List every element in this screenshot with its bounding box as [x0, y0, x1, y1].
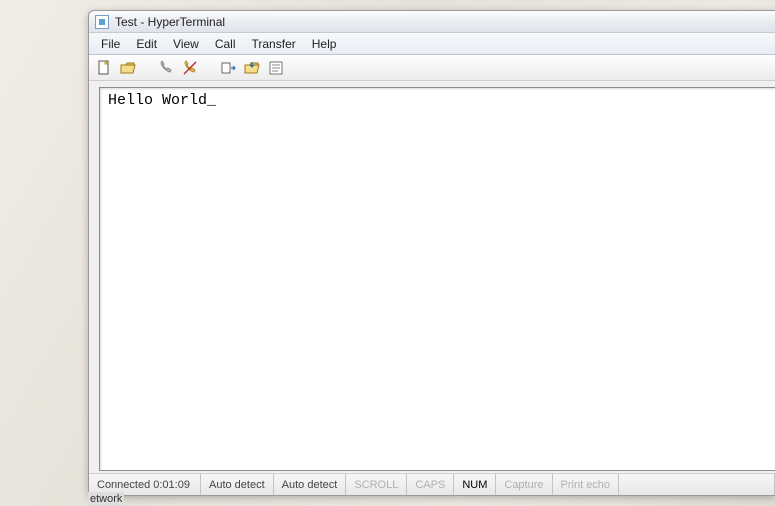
new-file-icon[interactable]	[95, 59, 113, 77]
toolbar	[89, 55, 775, 81]
app-icon	[95, 15, 109, 29]
terminal-output[interactable]: Hello World_	[99, 87, 775, 471]
open-folder-icon[interactable]	[119, 59, 137, 77]
status-printecho: Print echo	[553, 474, 620, 495]
receive-file-icon[interactable]	[243, 59, 261, 77]
disconnect-phone-icon[interactable]	[181, 59, 199, 77]
menu-view[interactable]: View	[165, 35, 207, 53]
status-autodetect-2: Auto detect	[274, 474, 347, 495]
status-num: NUM	[454, 474, 496, 495]
menu-edit[interactable]: Edit	[128, 35, 165, 53]
status-autodetect-1: Auto detect	[201, 474, 274, 495]
statusbar: Connected 0:01:09 Auto detect Auto detec…	[89, 473, 775, 495]
menu-file[interactable]: File	[93, 35, 128, 53]
taskbar-fragment: etwork	[88, 492, 124, 506]
menu-transfer[interactable]: Transfer	[244, 35, 304, 53]
call-phone-icon[interactable]	[157, 59, 175, 77]
send-file-icon[interactable]	[219, 59, 237, 77]
status-caps: CAPS	[407, 474, 454, 495]
properties-icon[interactable]	[267, 59, 285, 77]
status-scroll: SCROLL	[346, 474, 407, 495]
status-capture: Capture	[496, 474, 552, 495]
menubar: File Edit View Call Transfer Help	[89, 33, 775, 55]
terminal-area: Hello World_	[89, 81, 775, 473]
menu-help[interactable]: Help	[304, 35, 345, 53]
status-spacer	[619, 474, 775, 495]
window-title: Test - HyperTerminal	[115, 15, 225, 29]
menu-call[interactable]: Call	[207, 35, 244, 53]
hyperterminal-window: Test - HyperTerminal File Edit View Call…	[88, 10, 775, 496]
titlebar[interactable]: Test - HyperTerminal	[89, 11, 775, 33]
